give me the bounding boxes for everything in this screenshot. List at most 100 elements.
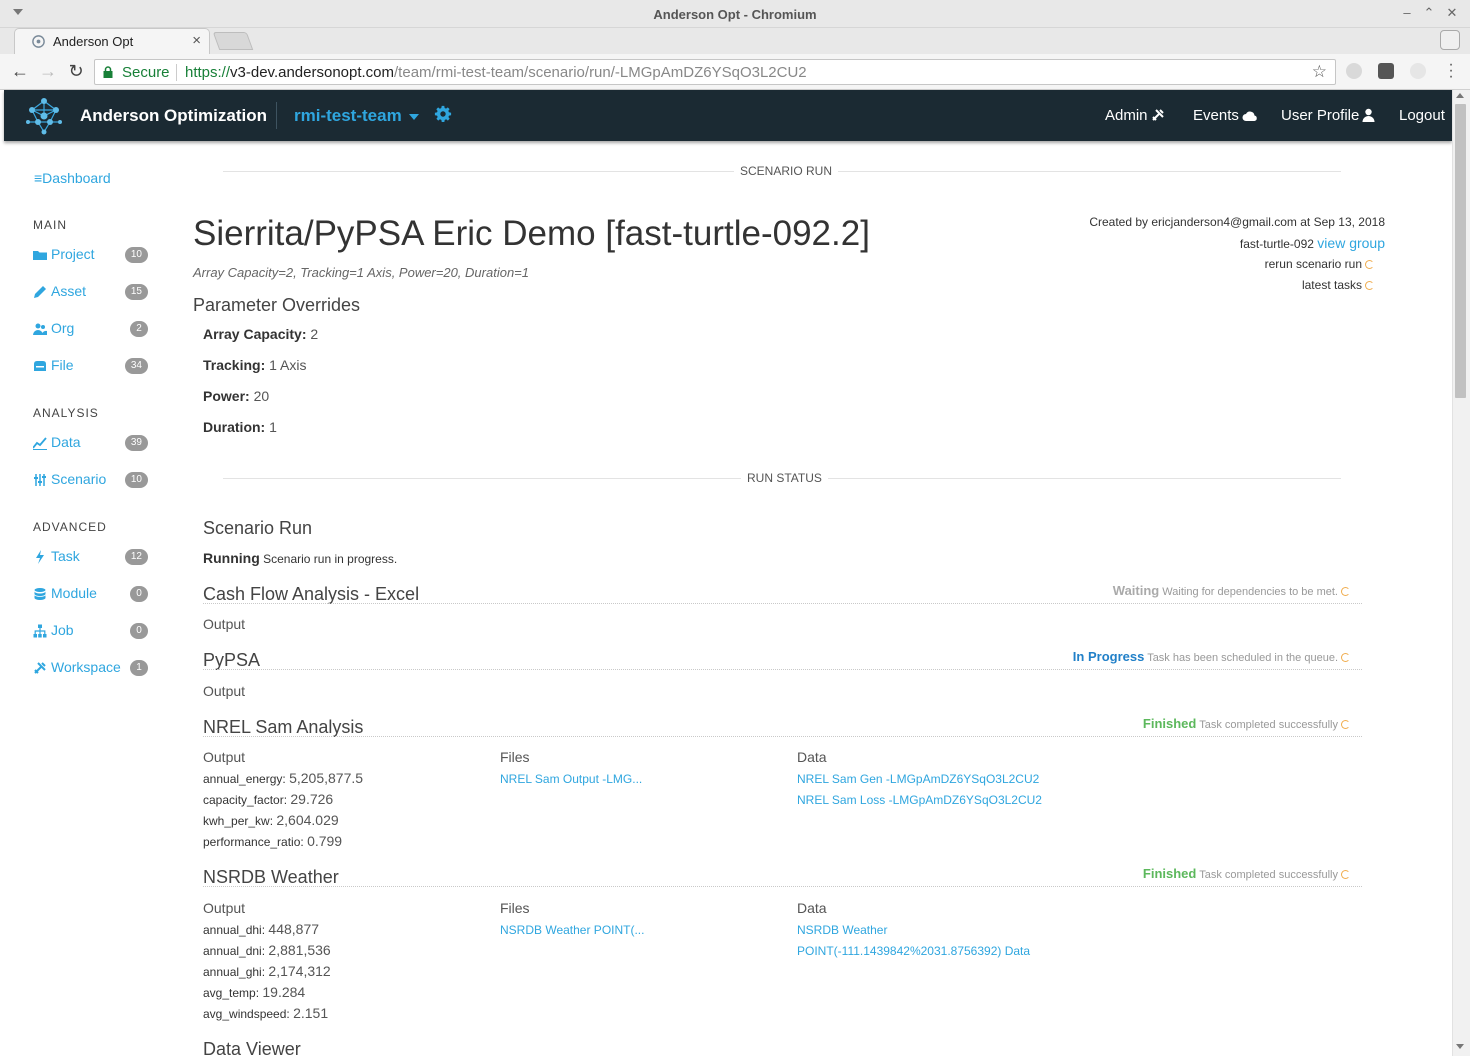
browser-menu-icon[interactable]: · · · [1448, 57, 1454, 85]
spinner-icon [1365, 260, 1374, 269]
folder-icon [33, 251, 47, 260]
browser-tab[interactable]: Anderson Opt × [14, 28, 210, 54]
window-titlebar: Anderson Opt - Chromium – ⌃ ✕ [0, 0, 1470, 28]
data-label: Data [797, 749, 827, 765]
gear-icon[interactable] [434, 105, 452, 123]
override-array-capacity: Array Capacity: 2 [203, 326, 319, 342]
chart-line-icon [33, 437, 47, 450]
sidebar-item-task[interactable]: Task 12 [33, 547, 151, 567]
sidebar-section-main: MAIN [33, 218, 67, 232]
section-label-scenario-run: SCENARIO RUN [734, 164, 839, 178]
tab-title: Anderson Opt [53, 34, 134, 49]
tab-strip: Anderson Opt × [0, 28, 1470, 54]
created-by-text: Created by ericjanderson4@gmail.com at S… [1089, 215, 1385, 229]
override-power: Power: 20 [203, 388, 270, 404]
sidebar-item-workspace[interactable]: Workspace 1 [33, 658, 151, 678]
scroll-up-icon[interactable] [1456, 93, 1464, 98]
close-window-icon[interactable]: ✕ [1443, 5, 1461, 21]
output-row: performance_ratio: 0.799 [203, 833, 343, 849]
address-bar[interactable]: Secure https://v3-dev.andersonopt.com/te… [94, 59, 1336, 85]
users-icon [33, 323, 47, 335]
count-badge: 34 [124, 358, 148, 374]
view-group-link[interactable]: view group [1317, 235, 1385, 251]
output-row: avg_temp: 19.284 [203, 984, 306, 1000]
latest-tasks-link[interactable]: latest tasks [1302, 278, 1374, 292]
data-label: Data [797, 900, 827, 916]
minimize-icon[interactable]: – [1398, 5, 1416, 20]
pencil-icon [34, 286, 46, 298]
data-link[interactable]: NREL Sam Loss -LMGpAmDZ6YSqO3L2CU2 [797, 793, 1042, 807]
spinner-icon [1365, 281, 1374, 290]
file-link[interactable]: NREL Sam Output -LMG... [500, 772, 642, 786]
window-title: Anderson Opt - Chromium [653, 7, 817, 22]
app-navbar: Anderson Optimization rmi-test-team Admi… [4, 90, 1452, 141]
page-title: Sierrita/PyPSA Eric Demo [fast-turtle-09… [193, 214, 870, 253]
sidebar-item-asset[interactable]: Asset 15 [33, 282, 151, 302]
scroll-down-icon[interactable] [1456, 1044, 1464, 1049]
section-label-run-status: RUN STATUS [741, 471, 828, 485]
brand-name[interactable]: Anderson Optimization [80, 106, 267, 126]
database-icon [34, 588, 46, 600]
maximize-icon[interactable]: ⌃ [1420, 5, 1438, 21]
new-tab-button[interactable] [212, 32, 254, 50]
back-icon[interactable]: ← [9, 61, 31, 82]
logo-icon[interactable] [24, 96, 64, 136]
list-icon: ≡ [34, 170, 43, 186]
output-row: avg_windspeed: 2.151 [203, 1005, 329, 1021]
parameter-overrides-heading: Parameter Overrides [193, 295, 361, 315]
count-badge: 15 [124, 284, 148, 300]
forward-icon[interactable]: → [37, 61, 59, 82]
tab-close-icon[interactable]: × [192, 32, 201, 49]
sidebar-item-scenario[interactable]: Scenario 10 [33, 470, 151, 490]
task-title: NSRDB Weather [203, 867, 339, 887]
reload-icon[interactable]: ↻ [65, 61, 87, 82]
sidebar-item-module[interactable]: Module 0 [33, 584, 151, 604]
group-info: fast-turtle-092 view group [1239, 235, 1385, 251]
count-badge: 10 [124, 472, 148, 488]
files-label: Files [500, 749, 530, 765]
task-title: NREL Sam Analysis [203, 717, 364, 737]
spinner-icon[interactable] [1341, 870, 1350, 879]
extension-icon[interactable] [1410, 63, 1426, 79]
scenario-run-status: Running Scenario run in progress. [203, 550, 398, 566]
bookmark-star-icon[interactable]: ☆ [1312, 62, 1327, 82]
rerun-scenario-link[interactable]: rerun scenario run [1265, 257, 1374, 271]
output-row: annual_dni: 2,881,536 [203, 942, 331, 958]
bolt-icon [36, 550, 44, 564]
spinner-icon[interactable] [1341, 587, 1350, 596]
favicon-icon [32, 35, 45, 48]
spinner-icon[interactable] [1341, 720, 1350, 729]
output-row: annual_ghi: 2,174,312 [203, 963, 331, 979]
team-selector[interactable]: rmi-test-team [294, 106, 402, 126]
data-link[interactable]: POINT(-111.1439842%2031.8756392) Data [797, 944, 1030, 958]
sidebar-item-file[interactable]: File 34 [33, 356, 151, 376]
data-link[interactable]: NSRDB Weather [797, 923, 887, 937]
count-badge: 39 [124, 435, 148, 451]
file-link[interactable]: NSRDB Weather POINT(... [500, 923, 644, 937]
logout-link[interactable]: Logout [1399, 107, 1445, 124]
url-text[interactable]: https://v3-dev.andersonopt.com/team/rmi-… [185, 64, 807, 81]
data-viewer-heading: Data Viewer [203, 1039, 301, 1059]
sidebar-item-project[interactable]: Project 10 [33, 245, 151, 265]
user-profile-link[interactable]: User Profile [1281, 107, 1375, 124]
ublock-icon[interactable] [1378, 63, 1394, 79]
sidebar-section-analysis: ANALYSIS [33, 406, 99, 420]
admin-link[interactable]: Admin [1105, 107, 1165, 124]
output-row: kwh_per_kw: 2,604.029 [203, 812, 339, 828]
spinner-icon[interactable] [1341, 653, 1350, 662]
profile-icon[interactable] [1440, 30, 1460, 50]
tools-icon [34, 662, 46, 674]
output-label: Output [203, 900, 246, 916]
extension-icon[interactable] [1346, 63, 1362, 79]
sidebar-item-dashboard[interactable]: ≡Dashboard [34, 170, 111, 186]
sidebar-item-job[interactable]: Job 0 [33, 621, 151, 641]
sidebar-item-data[interactable]: Data 39 [33, 433, 151, 453]
output-row: capacity_factor: 29.726 [203, 791, 334, 807]
events-link[interactable]: Events [1193, 107, 1258, 124]
scrollbar-thumb[interactable] [1455, 104, 1466, 398]
chevron-down-icon[interactable] [409, 114, 419, 120]
output-row: annual_energy: 5,205,877.5 [203, 770, 364, 786]
data-link[interactable]: NREL Sam Gen -LMGpAmDZ6YSqO3L2CU2 [797, 772, 1039, 786]
sidebar-item-org[interactable]: Org 2 [33, 319, 151, 339]
user-icon [1362, 108, 1375, 122]
